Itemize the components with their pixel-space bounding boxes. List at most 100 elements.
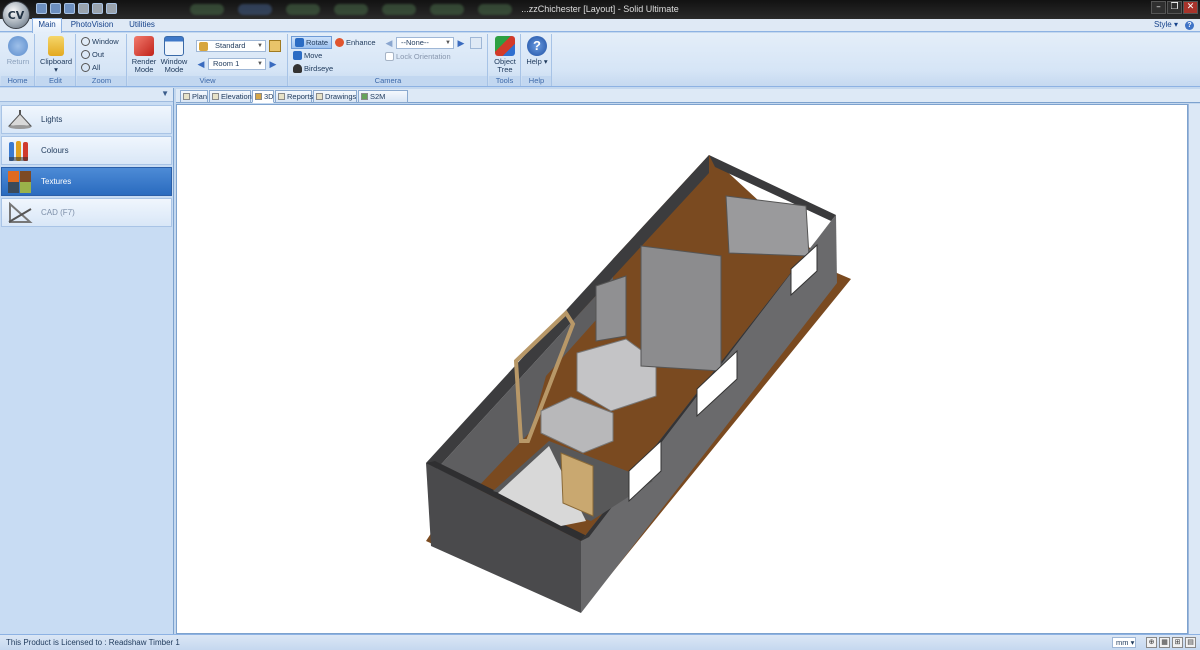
close-icon[interactable]: ✕ — [1183, 1, 1198, 14]
tab-elevation-label: Elevation — [221, 92, 252, 101]
group-label-zoom: Zoom — [77, 76, 126, 86]
zoom-window-button[interactable]: Window — [81, 37, 119, 46]
tab-drawings-label: Drawings — [325, 92, 357, 101]
3d-cube-icon — [255, 93, 262, 100]
group-label-camera: Camera — [289, 76, 487, 86]
group-view: Render Mode Window Mode Standard ▼ ◀ Room… — [128, 34, 288, 86]
style-menu-label: Style — [1153, 20, 1172, 29]
units-select[interactable]: mm ▾ — [1112, 637, 1136, 648]
rotate-button[interactable]: Rotate — [291, 36, 333, 49]
camera-options-icon[interactable] — [470, 37, 482, 49]
camera-next-button[interactable]: ▶ — [456, 37, 466, 49]
ribbon: Return Home Clipboard ▾ Edit Window Out … — [0, 33, 1200, 87]
group-home: Return Home — [1, 34, 35, 86]
sidebar-item-colours[interactable]: Colours — [1, 136, 172, 165]
sidebar-item-label: Lights — [41, 115, 63, 124]
tab-reports-label: Reports — [287, 92, 314, 101]
sidebar-item-textures[interactable]: Textures — [1, 167, 172, 196]
zoom-all-icon — [81, 63, 90, 72]
help-label: Help — [526, 57, 542, 66]
return-button[interactable]: Return — [4, 36, 32, 66]
clipboard-button[interactable]: Clipboard ▾ — [38, 36, 74, 74]
style-combo-icon — [199, 42, 208, 51]
license-status: This Product is Licensed to : Readshaw T… — [6, 638, 180, 647]
object-tree-label: Object Tree — [494, 57, 516, 74]
application-menu-button[interactable]: CV — [2, 1, 30, 29]
rotate-icon — [295, 38, 304, 47]
zoom-out-icon — [81, 50, 90, 59]
sidebar-collapse-icon[interactable]: ▼ — [161, 89, 169, 98]
clipboard-icon — [48, 36, 64, 56]
tab-drawings[interactable]: Drawings — [313, 90, 357, 103]
render-mode-button[interactable]: Render Mode — [129, 36, 159, 74]
window-mode-label: Window Mode — [160, 57, 188, 74]
camera-combo-value: --None-- — [401, 38, 429, 47]
style-options-icon[interactable] — [269, 40, 281, 52]
3d-room-model[interactable] — [177, 105, 1187, 633]
ortho-icon[interactable]: ⊞ — [1172, 637, 1183, 648]
app-logo-text: CV — [7, 8, 25, 22]
tab-plan-label: Plan — [192, 92, 208, 101]
object-tree-button[interactable]: Object Tree — [490, 36, 520, 74]
title-bar: CV ...zzChichester [Layout] - Solid Ulti… — [0, 0, 1200, 29]
group-label-help: Help — [522, 76, 551, 86]
3d-viewport[interactable] — [176, 104, 1188, 634]
ribbon-tab-row: Main PhotoVision Utilities Style ▾ ? — [0, 18, 1200, 33]
zoom-all-label: All — [92, 63, 101, 72]
sidebar-item-label: Textures — [41, 177, 72, 186]
room-next-button[interactable]: ▶ — [268, 58, 278, 70]
vertical-scrollbar[interactable] — [1188, 104, 1200, 634]
group-label-edit: Edit — [36, 76, 75, 86]
lock-orientation-box — [385, 52, 394, 61]
return-label: Return — [6, 57, 30, 66]
snap-icon[interactable]: ⊕ — [1146, 637, 1157, 648]
units-value: mm — [1116, 638, 1129, 647]
red-cube-icon — [134, 36, 154, 56]
birdseye-button[interactable]: Birdseye — [293, 64, 333, 73]
tab-plan[interactable]: Plan — [180, 90, 208, 103]
camera-prev-button[interactable]: ◀ — [384, 37, 394, 49]
camera-combo[interactable]: --None-- ▼ — [396, 37, 454, 49]
shelving-unit-1 — [640, 245, 722, 372]
lock-orientation-checkbox[interactable]: Lock Orientation — [385, 52, 451, 61]
minimize-icon[interactable]: – — [1151, 1, 1166, 14]
move-button[interactable]: Move — [293, 51, 322, 60]
move-arrows-icon — [293, 51, 302, 60]
tab-main[interactable]: Main — [32, 18, 62, 33]
birdseye-label: Birdseye — [304, 64, 334, 73]
style-combo[interactable]: Standard ▼ — [196, 40, 266, 52]
sidebar-item-lights[interactable]: Lights — [1, 105, 172, 134]
zoom-out-button[interactable]: Out — [81, 50, 104, 59]
window-controls: – ❐ ✕ — [1151, 1, 1198, 14]
help-icon[interactable]: ? — [1185, 21, 1194, 30]
drawings-icon — [316, 93, 323, 100]
help-question-icon: ? — [527, 36, 547, 56]
group-camera: Rotate Move Birdseye Enhance ◀ --None-- ▼… — [289, 34, 488, 86]
room-prev-button[interactable]: ◀ — [196, 58, 206, 70]
rotate-label: Rotate — [306, 38, 329, 47]
style-menu[interactable]: Style ▾ — [1154, 20, 1178, 29]
tab-reports[interactable]: Reports — [275, 90, 314, 103]
restore-icon[interactable]: ❐ — [1167, 1, 1182, 14]
group-edit: Clipboard ▾ Edit — [36, 34, 76, 86]
tab-3d[interactable]: 3D — [252, 90, 274, 103]
window-icon — [164, 36, 184, 56]
paint-tubes-icon — [7, 139, 33, 163]
help-button[interactable]: ? Help ▾ — [523, 36, 551, 66]
layers-icon[interactable]: ▤ — [1185, 637, 1196, 648]
sidebar-header: ▼ — [0, 88, 173, 102]
enhance-button[interactable]: Enhance — [335, 38, 376, 47]
room-combo[interactable]: Room 1 ▼ — [208, 58, 266, 70]
tab-utilities[interactable]: Utilities — [122, 19, 162, 32]
tab-photovision[interactable]: PhotoVision — [67, 19, 117, 32]
shelving-unit-3 — [595, 275, 627, 342]
sidebar-item-cad[interactable]: CAD (F7) — [1, 198, 172, 227]
style-combo-value: Standard — [215, 41, 246, 50]
tab-elevation[interactable]: Elevation — [209, 90, 252, 103]
tab-s2m-center[interactable]: S2M Center — [358, 90, 408, 112]
render-mode-label: Render Mode — [131, 57, 157, 74]
zoom-all-button[interactable]: All — [81, 63, 100, 72]
grid-icon[interactable]: ▦ — [1159, 637, 1170, 648]
group-label-view: View — [128, 76, 287, 86]
window-mode-button[interactable]: Window Mode — [159, 36, 189, 74]
